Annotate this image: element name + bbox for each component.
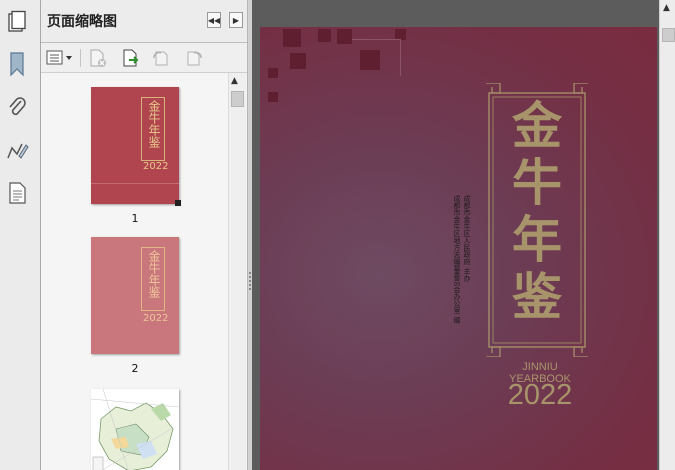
scrollbar-thumb[interactable] (231, 91, 244, 107)
decor-square (318, 29, 331, 42)
decor-line (352, 39, 401, 76)
decor-square (337, 29, 352, 44)
thumbnail-scrollbar[interactable]: ▲ (228, 73, 246, 470)
cover-title-char: 年 (512, 210, 562, 269)
signatures-icon[interactable] (4, 138, 30, 164)
rotate-right-icon[interactable] (184, 48, 204, 68)
options-button[interactable] (46, 48, 74, 68)
document-scrollbar[interactable]: ▲ (659, 0, 675, 470)
page-thumbnails-icon[interactable] (4, 9, 30, 35)
panel-title: 页面缩略图 (47, 14, 117, 30)
navigation-toolbar (0, 0, 41, 470)
thumbnail-year: 2022 (143, 161, 169, 172)
page-thumbnail-3[interactable] (91, 389, 179, 470)
rotate-left-icon[interactable] (151, 48, 171, 68)
decor-square (290, 53, 306, 69)
page-thumbnail-2[interactable]: 金牛年鉴 2022 (91, 237, 179, 354)
decor-square (283, 29, 301, 47)
page-thumbnail-1[interactable]: 金牛年鉴 2022 (91, 87, 181, 206)
cover-title-char: 金 (512, 96, 562, 155)
decor-square (268, 68, 278, 78)
toolbar-divider (80, 49, 81, 67)
thumbnail-page-label: 2 (131, 362, 139, 375)
thumbnails-panel: 页面缩略图 ◀◀ ▶ 金牛年鉴 2022 1 金牛年鉴 2022 2 ▲ (41, 0, 247, 470)
attachments-icon[interactable] (4, 95, 30, 121)
thumbnail-map-image (91, 389, 179, 470)
scroll-up-icon[interactable]: ▲ (663, 3, 670, 13)
insert-pages-icon[interactable] (121, 48, 141, 68)
chevron-right-icon: ▶ (232, 15, 240, 25)
thumbnail-page-label: 1 (131, 212, 139, 225)
english-title-line: JINNIU (522, 361, 558, 373)
thumbnail-list[interactable]: 金牛年鉴 2022 1 金牛年鉴 2022 2 (41, 73, 228, 470)
thumbnail-year: 2022 (143, 313, 169, 324)
thumbnail-decoration (91, 183, 179, 184)
splitter-grip (249, 272, 251, 290)
page-cover: 金 牛 年 鉴 成都市金牛区人民政府 主办 成都市金牛区地方志编纂委员会办公室 … (260, 27, 657, 470)
cover-title-char: 牛 (512, 153, 562, 212)
document-view[interactable]: 金 牛 年 鉴 成都市金牛区人民政府 主办 成都市金牛区地方志编纂委员会办公室 … (252, 0, 659, 470)
bookmarks-icon[interactable] (4, 51, 30, 77)
panel-toolbar (41, 43, 247, 73)
delete-pages-icon[interactable] (88, 48, 108, 68)
double-chevron-left-icon: ◀◀ (207, 15, 221, 25)
thumbnail-cover-title: 金牛年鉴 (147, 250, 161, 298)
collapse-panel-button[interactable]: ◀◀ (207, 12, 221, 28)
cover-title-char: 鉴 (512, 267, 562, 326)
expand-panel-button[interactable]: ▶ (229, 12, 243, 28)
options-icon (46, 50, 72, 65)
thumbnail-cover-title: 金牛年鉴 (147, 100, 161, 148)
publisher-line: 成都市金牛区人民政府 主办 (463, 195, 471, 282)
page-marker (175, 200, 181, 206)
publisher-line: 成都市金牛区地方志编纂委员会办公室 编 (453, 195, 461, 324)
scrollbar-thumb[interactable] (662, 28, 675, 42)
cover-title: 金 牛 年 鉴 (494, 97, 580, 325)
panel-header: 页面缩略图 ◀◀ ▶ (41, 0, 247, 43)
cover-year: 2022 (507, 379, 573, 411)
decor-square (268, 92, 278, 102)
scroll-up-icon[interactable]: ▲ (231, 76, 238, 86)
document-icon[interactable] (4, 180, 30, 206)
